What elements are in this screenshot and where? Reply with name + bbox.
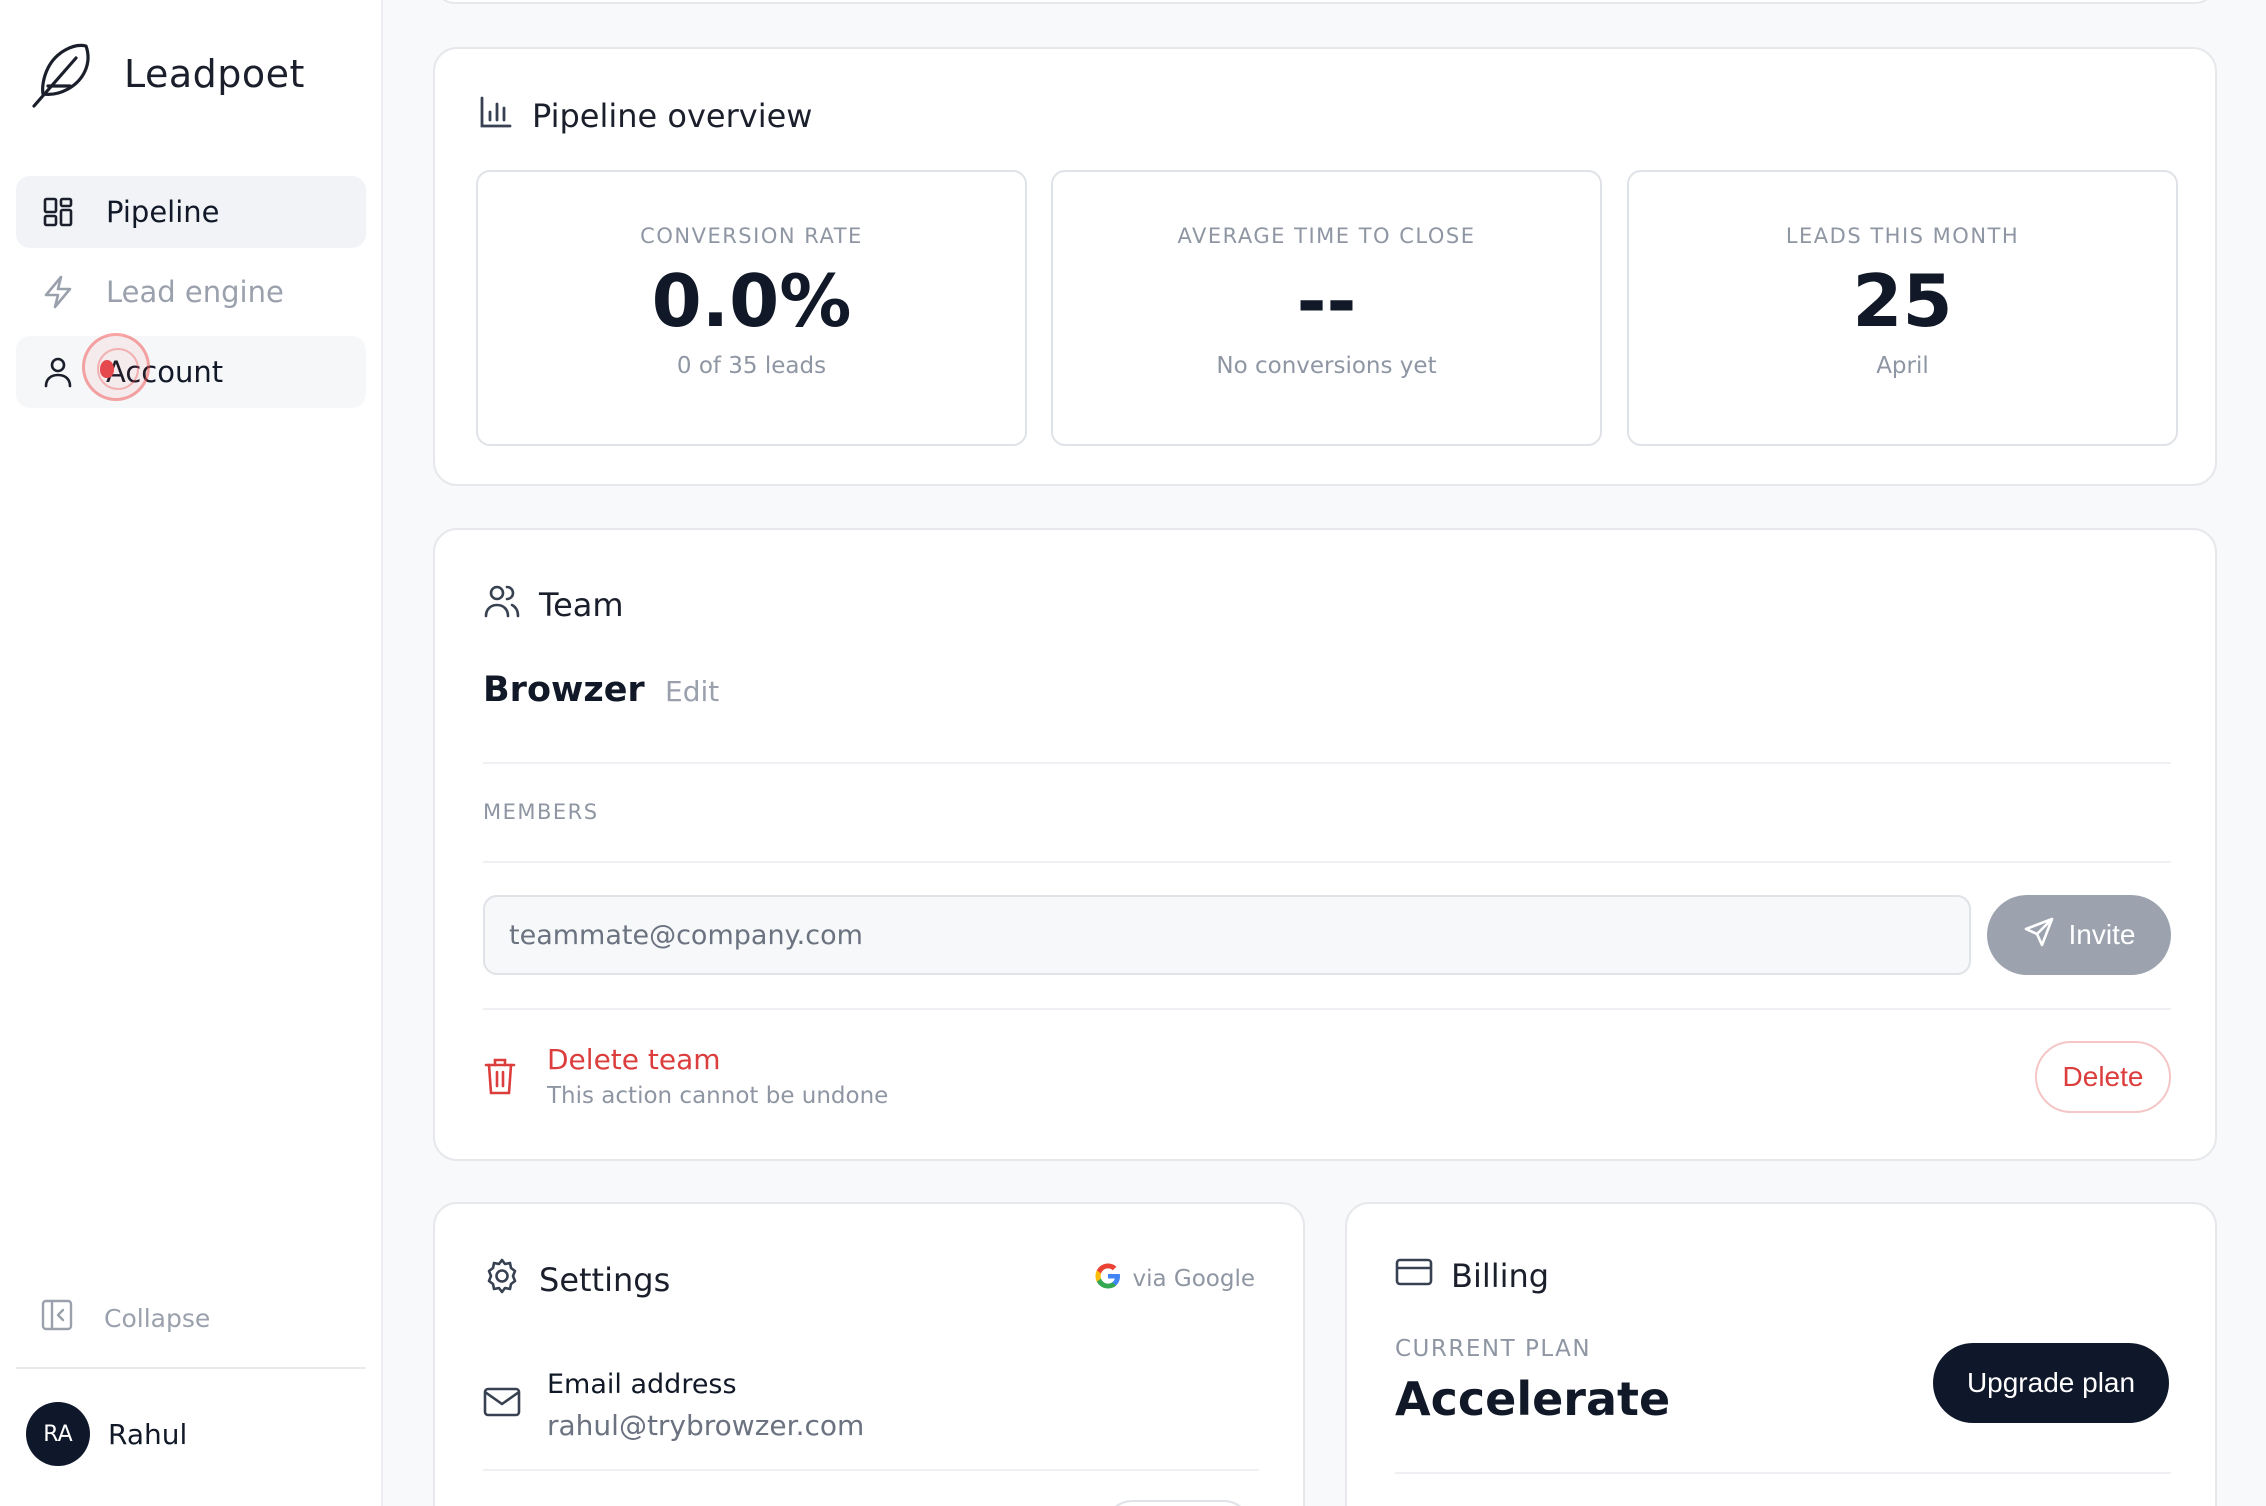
stat-subtext: 0 of 35 leads bbox=[676, 353, 827, 380]
current-plan-label: CURRENT PLAN bbox=[1395, 1336, 1592, 1362]
auth-provider: via Google bbox=[1094, 1262, 1255, 1296]
stat-value: 25 bbox=[1852, 259, 1953, 343]
stat-label: AVERAGE TIME TO CLOSE bbox=[1177, 224, 1476, 248]
stat-label: CONVERSION RATE bbox=[640, 224, 863, 248]
feather-logo-icon bbox=[32, 43, 90, 108]
edit-team-name-link[interactable]: Edit bbox=[665, 675, 719, 708]
settings-action-button[interactable] bbox=[1103, 1500, 1253, 1506]
sidebar-item-label: Pipeline bbox=[106, 195, 220, 229]
brand-name: Leadpoet bbox=[124, 52, 305, 96]
invite-label: Invite bbox=[2068, 919, 2136, 950]
card-header: Billing bbox=[1395, 1257, 1549, 1295]
divider bbox=[483, 861, 2171, 863]
sidebar-item-label: Lead engine bbox=[106, 275, 284, 309]
stat-subtext: No conversions yet bbox=[1216, 353, 1437, 380]
credit-card-icon bbox=[1395, 1257, 1433, 1295]
provider-label: via Google bbox=[1132, 1266, 1255, 1292]
pipeline-overview-card: Pipeline overview CONVERSION RATE 0.0% 0… bbox=[433, 47, 2217, 486]
card-header: Pipeline overview bbox=[478, 94, 812, 138]
collapse-label: Collapse bbox=[104, 1303, 211, 1333]
layout-grid-icon bbox=[40, 194, 76, 230]
invite-button[interactable]: Invite bbox=[1987, 895, 2171, 975]
divider bbox=[483, 1008, 2171, 1010]
user-icon bbox=[40, 354, 76, 390]
user-name: Rahul bbox=[108, 1417, 188, 1451]
members-heading: MEMBERS bbox=[483, 800, 599, 824]
stat-conversion-rate: CONVERSION RATE 0.0% 0 of 35 leads bbox=[476, 170, 1027, 446]
card-title: Pipeline overview bbox=[532, 97, 813, 135]
sidebar-item-lead-engine[interactable]: Lead engine bbox=[16, 256, 366, 328]
bar-chart-icon bbox=[478, 94, 514, 138]
sidebar-item-account[interactable]: Account bbox=[16, 336, 366, 408]
stat-leads-this-month: LEADS THIS MONTH 25 April bbox=[1627, 170, 2178, 446]
delete-team-button[interactable]: Delete bbox=[2035, 1041, 2171, 1113]
card-title: Billing bbox=[1451, 1257, 1550, 1295]
card-header: Team bbox=[483, 582, 624, 628]
lightning-icon bbox=[40, 274, 76, 310]
billing-card: Billing CURRENT PLAN Accelerate Upgrade … bbox=[1345, 1202, 2217, 1506]
delete-team-title: Delete team bbox=[547, 1043, 721, 1076]
stat-average-time-to-close: AVERAGE TIME TO CLOSE -- No conversions … bbox=[1051, 170, 1602, 446]
divider bbox=[483, 1469, 1259, 1471]
team-card: Team Browzer Edit MEMBERS Invite Delete … bbox=[433, 528, 2217, 1161]
invite-email-input[interactable] bbox=[483, 895, 1971, 975]
card-header: Settings bbox=[483, 1257, 670, 1303]
sidebar-item-pipeline[interactable]: Pipeline bbox=[16, 176, 366, 248]
collapse-button[interactable]: Collapse bbox=[40, 1298, 210, 1338]
stat-value: -- bbox=[1296, 259, 1357, 343]
send-icon bbox=[2023, 916, 2055, 955]
team-name: Browzer bbox=[483, 670, 645, 710]
click-indicator bbox=[82, 333, 150, 401]
delete-team-warning: This action cannot be undone bbox=[547, 1083, 889, 1109]
google-logo-icon bbox=[1094, 1262, 1122, 1296]
stat-label: LEADS THIS MONTH bbox=[1785, 224, 2020, 248]
stat-value: 0.0% bbox=[651, 259, 852, 343]
stat-subtext: April bbox=[1876, 353, 1929, 380]
user-profile[interactable]: RA Rahul bbox=[26, 1402, 187, 1466]
card-title: Settings bbox=[539, 1261, 671, 1299]
gear-icon bbox=[483, 1257, 521, 1303]
sidebar: Leadpoet Pipeline Lead engine Account Co… bbox=[0, 0, 383, 1506]
email-label: Email address bbox=[547, 1369, 737, 1400]
divider bbox=[483, 762, 2171, 764]
current-plan-name: Accelerate bbox=[1395, 1372, 1671, 1426]
brand[interactable]: Leadpoet bbox=[28, 36, 305, 112]
card-title: Team bbox=[539, 586, 624, 624]
email-value: rahul@trybrowzer.com bbox=[547, 1409, 865, 1442]
trash-icon bbox=[483, 1056, 517, 1100]
mouse-cursor-icon bbox=[100, 360, 114, 378]
divider bbox=[16, 1367, 366, 1369]
mail-icon bbox=[483, 1387, 521, 1421]
avatar: RA bbox=[26, 1402, 90, 1466]
collapse-sidebar-icon bbox=[40, 1298, 74, 1338]
previous-card bbox=[433, 0, 2217, 4]
settings-card: Settings via Google Email address rahul@… bbox=[433, 1202, 1305, 1506]
users-icon bbox=[483, 582, 521, 628]
divider bbox=[1395, 1472, 2171, 1474]
upgrade-plan-button[interactable]: Upgrade plan bbox=[1933, 1343, 2169, 1423]
